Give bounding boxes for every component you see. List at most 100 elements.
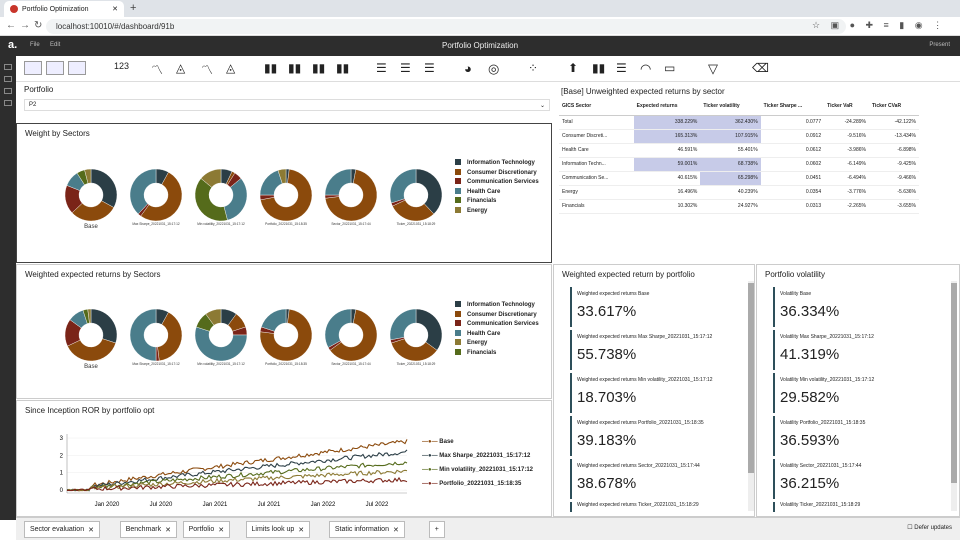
gauge-icon[interactable]: ◠ xyxy=(640,61,658,76)
reload-icon[interactable]: ↻ xyxy=(34,20,42,31)
scrollbar[interactable] xyxy=(748,281,754,511)
table-cell: 55.401% xyxy=(700,143,761,158)
hbar-chart-icon[interactable]: ☰ xyxy=(424,61,442,75)
legend-item[interactable]: —●— Max Sharpe_20221031_15:17:12 xyxy=(422,449,533,463)
hbar-chart-icon[interactable]: ☰ xyxy=(400,61,418,75)
portfolio-select[interactable]: P2 ⌄ xyxy=(24,99,550,111)
sidebar-icon[interactable] xyxy=(4,88,12,94)
sheet-tab[interactable]: Static information ✕ xyxy=(328,521,405,538)
close-tab-icon[interactable]: ✕ xyxy=(298,526,304,534)
kpi-label: Volatility Min volatility_20221031_15:17… xyxy=(780,377,875,383)
legend-item[interactable]: —●— Portfolio_20221031_15:18:35 xyxy=(422,477,533,491)
sheet-tab[interactable]: Portfolio ✕ xyxy=(182,521,231,538)
scatter-chart-icon[interactable]: ⁘ xyxy=(528,61,546,75)
close-tab-icon[interactable]: ✕ xyxy=(218,526,224,534)
legend-item[interactable]: Health Care xyxy=(455,329,539,340)
legend-item[interactable]: Consumer Discretionary xyxy=(455,168,539,179)
histogram-icon[interactable]: ▮▮ xyxy=(592,61,610,75)
legend-item[interactable]: —●— Base xyxy=(422,435,533,449)
table-header[interactable]: Ticker volatility xyxy=(700,98,761,116)
hbar-chart-icon[interactable]: ☰ xyxy=(376,61,394,75)
treemap-icon[interactable]: ⬆ xyxy=(568,61,586,75)
close-tab-icon[interactable]: ✕ xyxy=(112,5,118,13)
table-cell: -9.425% xyxy=(868,157,919,172)
url-field[interactable]: localhost:10010/#/dashboard/91b xyxy=(46,19,846,34)
sidebar-icon[interactable] xyxy=(4,100,12,106)
scrollbar[interactable] xyxy=(951,281,957,511)
clear-icon[interactable]: ⌫ xyxy=(752,61,770,75)
legend-item[interactable]: Consumer Discretionary xyxy=(455,310,539,321)
panel-title: [Base] Unweighted expected returns by se… xyxy=(561,87,725,96)
add-sheet-button[interactable]: + xyxy=(428,521,445,538)
line-chart-icon[interactable]: 〽 xyxy=(151,61,169,77)
table-row[interactable]: Health Care 46.591% 55.401% 0.0612 -3.986% -6… xyxy=(559,143,919,158)
volatility-panel: Portfolio volatility Volatility Base 36.3… xyxy=(756,264,960,517)
back-icon[interactable]: ← xyxy=(6,20,16,31)
table-row[interactable]: Total 338.229% 362.430% 0.0777 -24.289% -42.1… xyxy=(559,115,919,130)
scrollbar-thumb[interactable] xyxy=(748,283,754,473)
weighted-return-panel: Weighted expected return by portfolio We… xyxy=(553,264,755,517)
pie-chart-icon[interactable]: ◕ xyxy=(464,61,482,76)
legend-swatch xyxy=(455,187,461,194)
table-header[interactable]: Ticker VaR xyxy=(824,98,869,116)
x-tick-label: Jan 2022 xyxy=(311,502,336,508)
table-widget-icon[interactable] xyxy=(68,61,86,75)
bar-chart-icon[interactable]: ▮▮ xyxy=(288,61,306,75)
forward-icon[interactable]: → xyxy=(20,20,30,31)
legend-item[interactable]: —●— Min volatility_20221031_15:17:12 xyxy=(422,463,533,477)
legend-item[interactable]: Information Technology xyxy=(455,159,539,169)
table-header[interactable]: GICS Sector xyxy=(559,98,634,116)
filter-icon[interactable]: ▽ xyxy=(708,61,726,76)
close-tab-icon[interactable]: ✕ xyxy=(165,526,171,534)
sidebar-icon[interactable] xyxy=(4,64,12,70)
donut-slice xyxy=(415,308,443,351)
table-header[interactable]: Ticker Sharpe ... xyxy=(760,98,825,116)
map-icon[interactable]: ▭ xyxy=(664,61,682,75)
table-row[interactable]: Information Techn... 59.001% 68.738% 0.0602… xyxy=(559,157,919,172)
legend-item[interactable]: Communication Services xyxy=(455,320,539,330)
line-chart-icon[interactable]: 〽 xyxy=(201,61,219,77)
table-widget-icon[interactable] xyxy=(24,61,42,75)
donut-label: Min volatility_20221031_15:17:12 xyxy=(197,362,245,366)
bar-chart-icon[interactable]: ▮▮ xyxy=(264,61,282,75)
sheet-tab[interactable]: Limits look up ✕ xyxy=(245,521,311,538)
bullet-chart-icon[interactable]: ☰ xyxy=(616,61,634,75)
table-row[interactable]: Financials 10.302% 24.927% 0.0313 -2.265% -3.… xyxy=(559,199,919,214)
sidebar-icon[interactable] xyxy=(4,76,12,82)
defer-updates-checkbox[interactable]: ☐ Defer updates xyxy=(907,524,952,531)
new-tab-button[interactable]: + xyxy=(130,2,136,14)
number-widget-icon[interactable]: 123 xyxy=(114,61,132,75)
extensions-icons[interactable]: ☆ ▣ ● ✚ ≡ ▮ ◉ ⋮ xyxy=(812,20,946,31)
table-header[interactable]: Expected returns xyxy=(633,98,701,116)
close-tab-icon[interactable]: ✕ xyxy=(393,526,399,534)
scrollbar-thumb[interactable] xyxy=(951,283,957,483)
table-widget-icon[interactable] xyxy=(46,61,64,75)
close-tab-icon[interactable]: ✕ xyxy=(88,526,94,534)
area-chart-icon[interactable]: ◬ xyxy=(226,61,244,75)
table-cell: 24.927% xyxy=(700,199,761,214)
kpi-value: 38.678% xyxy=(577,475,637,492)
legend-item[interactable]: Financials xyxy=(455,197,539,207)
present-button[interactable]: Present xyxy=(929,42,950,48)
legend-item[interactable]: Health Care xyxy=(455,187,539,198)
sheet-tab[interactable]: Benchmark ✕ xyxy=(119,521,177,538)
bar-chart-icon[interactable]: ▮▮ xyxy=(312,61,330,75)
portfolio-select-value: P2 xyxy=(29,102,37,108)
bar-chart-icon[interactable]: ▮▮ xyxy=(336,61,354,75)
kpi-label: Volatility Base xyxy=(780,291,812,297)
table-row[interactable]: Energy 16.496% 40.239% 0.0354 -3.776% -5.636% xyxy=(559,185,919,200)
table-header[interactable]: Ticker CVaR xyxy=(868,98,919,116)
legend-item[interactable]: Energy xyxy=(455,206,539,217)
legend-item[interactable]: Financials xyxy=(455,348,539,359)
browser-tab[interactable]: Portfolio Optimization ✕ xyxy=(4,1,124,17)
sheet-tab[interactable]: Sector evaluation ✕ xyxy=(24,521,100,538)
x-tick-label: Jul 2021 xyxy=(258,502,281,508)
table-row[interactable]: Communication Se... 40.615% 65.298% 0.0451-… xyxy=(559,171,919,186)
legend-item[interactable]: Communication Services xyxy=(455,178,539,188)
donut-chart-icon[interactable]: ◎ xyxy=(488,61,506,76)
legend-item[interactable]: Energy xyxy=(455,339,539,349)
donut-slice xyxy=(389,168,417,204)
area-chart-icon[interactable]: ◬ xyxy=(176,61,194,75)
table-row[interactable]: Consumer Discreti... 165.313% 107.915% 0.09… xyxy=(559,129,919,144)
legend-item[interactable]: Information Technology xyxy=(455,301,539,311)
